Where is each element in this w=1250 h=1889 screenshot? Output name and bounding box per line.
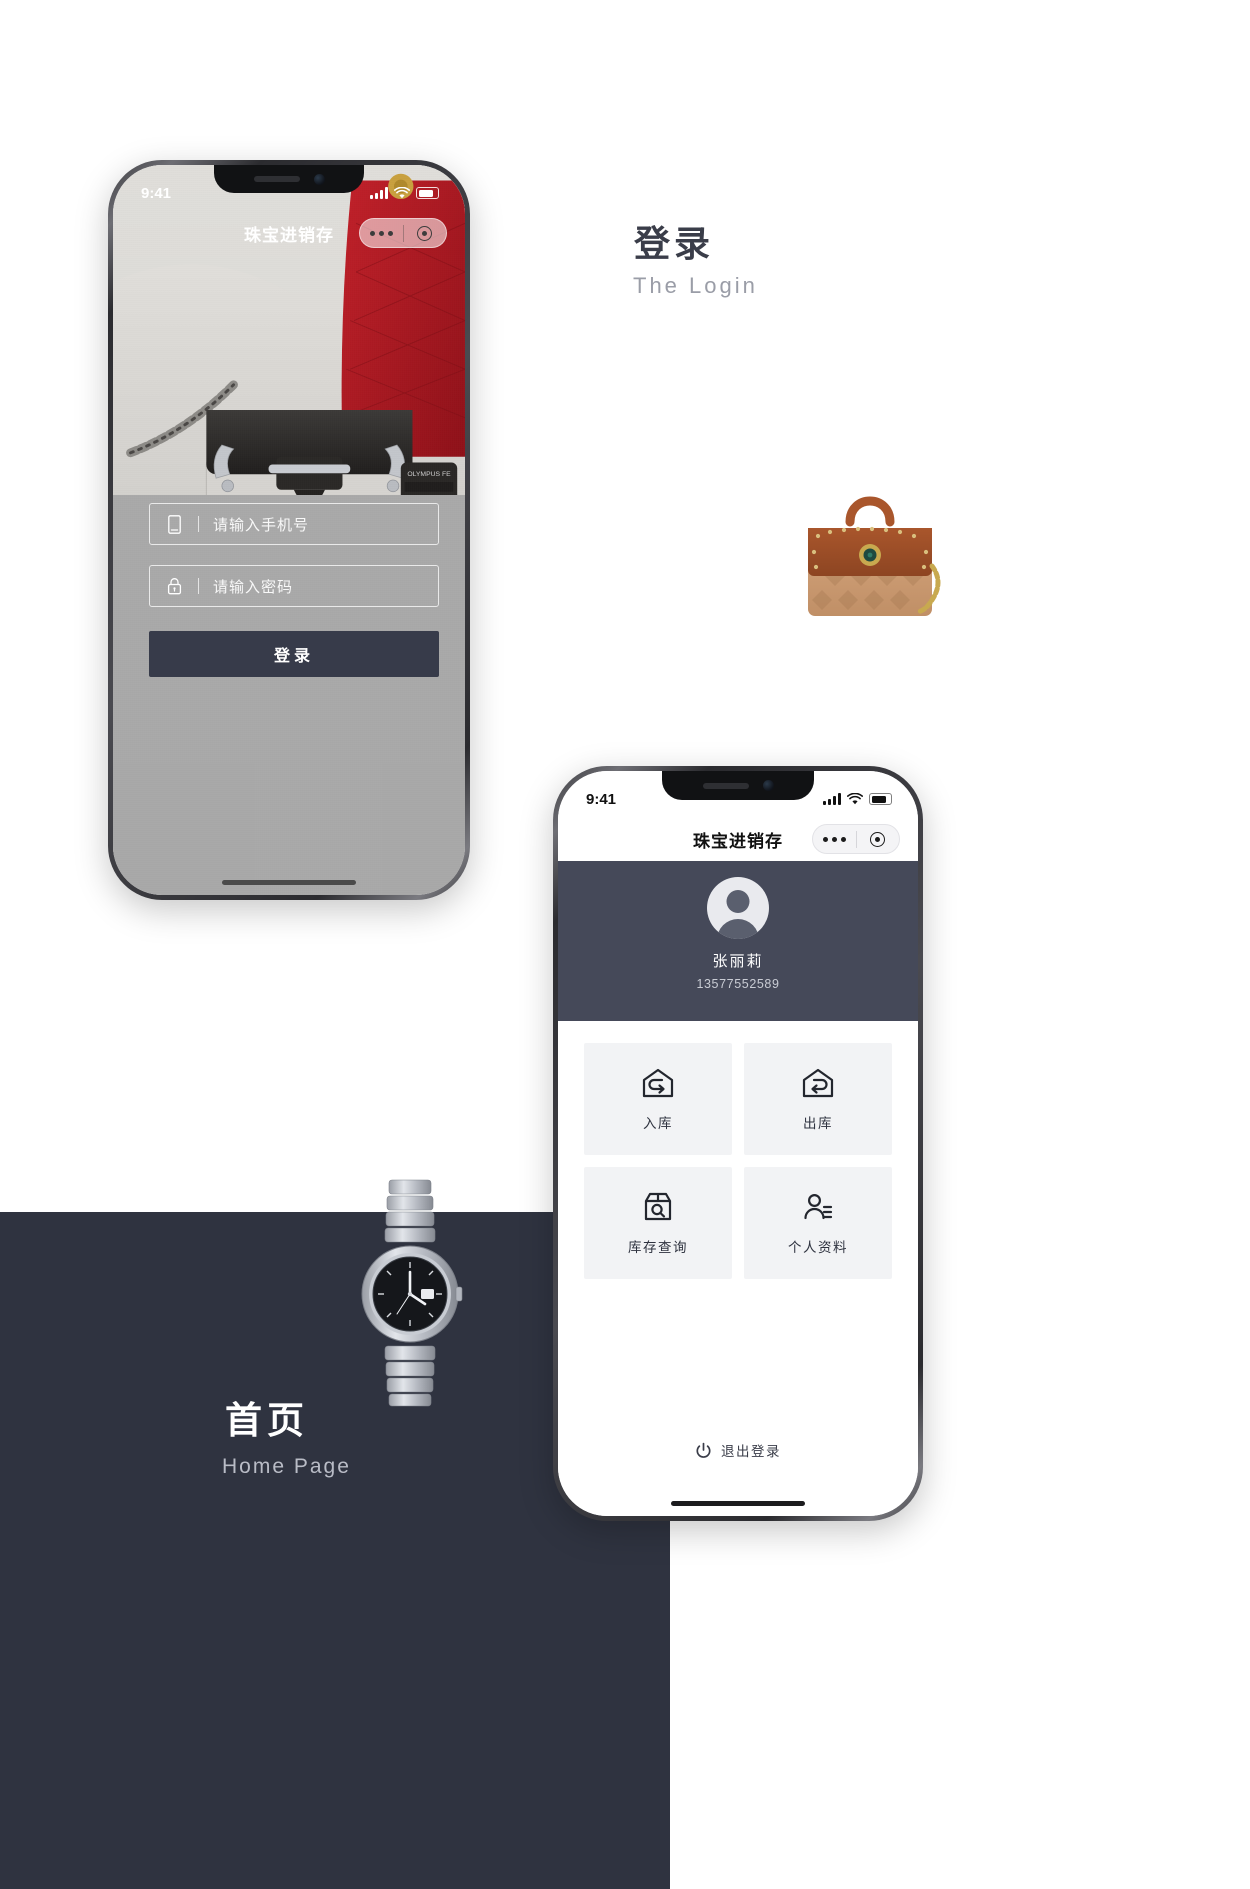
login-submit-button[interactable]: 登录 — [149, 631, 439, 677]
warehouse-in-icon — [642, 1068, 674, 1097]
more-dots-icon[interactable] — [360, 230, 403, 236]
menu-item-label: 个人资料 — [788, 1239, 848, 1255]
mobile-phone-icon — [164, 514, 184, 534]
warehouse-out-icon — [802, 1068, 834, 1097]
showcase-page: 首页 Home Page 登录 The Login OLYMPUS FE 9:4… — [0, 0, 1250, 1889]
home-phone-mockup: 9:41 珠宝进销存 张丽莉 13577552589 入库 出库 库存查询 个人… — [553, 766, 923, 1521]
lock-icon — [164, 577, 184, 595]
box-search-icon — [644, 1192, 672, 1220]
field-divider — [198, 516, 199, 532]
app-title: 珠宝进销存 — [244, 225, 334, 245]
wifi-icon — [847, 793, 863, 805]
login-phone-screen: PRADA MILANO OLYMPUS F — [113, 165, 465, 895]
home-section-title: 首页 — [225, 1400, 309, 1441]
home-section-subtitle: Home Page — [222, 1455, 351, 1478]
menu-item-inbound[interactable]: 入库 — [584, 1043, 732, 1155]
phone-input-placeholder: 请输入手机号 — [213, 516, 310, 534]
battery-icon — [869, 793, 892, 805]
menu-item-outbound[interactable]: 出库 — [744, 1043, 892, 1155]
password-input-row[interactable]: 请输入密码 — [149, 565, 439, 607]
handbag-product-image — [808, 496, 941, 616]
login-home-indicator[interactable] — [222, 880, 356, 885]
watch-product-image — [361, 1179, 463, 1407]
earpiece-speaker — [702, 782, 749, 789]
miniprogram-capsule[interactable] — [359, 218, 447, 248]
menu-item-label: 出库 — [803, 1115, 833, 1131]
avatar-body — [717, 919, 759, 939]
login-section-title: 登录 — [634, 223, 715, 264]
home-navbar: 珠宝进销存 — [558, 817, 918, 861]
signal-bars-icon — [370, 187, 388, 199]
field-divider — [198, 578, 199, 594]
app-title: 珠宝进销存 — [693, 831, 783, 851]
status-time: 9:41 — [141, 184, 172, 202]
login-notch — [214, 165, 364, 193]
home-home-indicator[interactable] — [671, 1501, 805, 1506]
menu-item-label: 入库 — [643, 1115, 673, 1131]
user-profile-icon — [804, 1193, 833, 1219]
logout-label: 退出登录 — [721, 1444, 781, 1459]
menu-item-label: 库存查询 — [628, 1239, 688, 1255]
earpiece-speaker — [253, 176, 300, 182]
signal-bars-icon — [823, 793, 841, 805]
logout-button[interactable]: 退出登录 — [558, 1440, 918, 1460]
user-avatar-icon[interactable] — [707, 877, 769, 939]
front-camera-icon — [313, 173, 325, 185]
user-profile-panel: 张丽莉 13577552589 — [558, 861, 918, 1021]
menu-item-stock-query[interactable]: 库存查询 — [584, 1167, 732, 1279]
login-navbar: 珠宝进销存 — [113, 211, 465, 255]
login-phone-mockup: PRADA MILANO OLYMPUS F — [108, 160, 470, 900]
password-input-placeholder: 请输入密码 — [213, 578, 294, 596]
home-phone-screen: 9:41 珠宝进销存 张丽莉 13577552589 入库 出库 库存查询 个人… — [558, 771, 918, 1516]
more-dots-icon[interactable] — [813, 836, 856, 842]
wifi-icon — [394, 187, 410, 199]
target-circle-icon[interactable] — [857, 831, 900, 847]
battery-icon — [416, 187, 439, 199]
menu-item-profile[interactable]: 个人资料 — [744, 1167, 892, 1279]
status-time: 9:41 — [586, 790, 617, 808]
power-icon — [696, 1442, 711, 1458]
phone-input-row[interactable]: 请输入手机号 — [149, 503, 439, 545]
target-circle-icon[interactable] — [404, 225, 447, 241]
home-content: 9:41 珠宝进销存 张丽莉 13577552589 入库 出库 库存查询 个人… — [558, 771, 918, 1516]
avatar-head — [726, 890, 750, 913]
user-phone: 13577552589 — [696, 977, 780, 991]
miniprogram-capsule[interactable] — [812, 824, 900, 854]
login-section-subtitle: The Login — [633, 273, 758, 298]
front-camera-icon — [762, 780, 774, 791]
menu-grid: 入库 出库 库存查询 个人资料 — [584, 1043, 892, 1279]
user-name: 张丽莉 — [712, 953, 764, 970]
home-notch — [662, 771, 814, 800]
